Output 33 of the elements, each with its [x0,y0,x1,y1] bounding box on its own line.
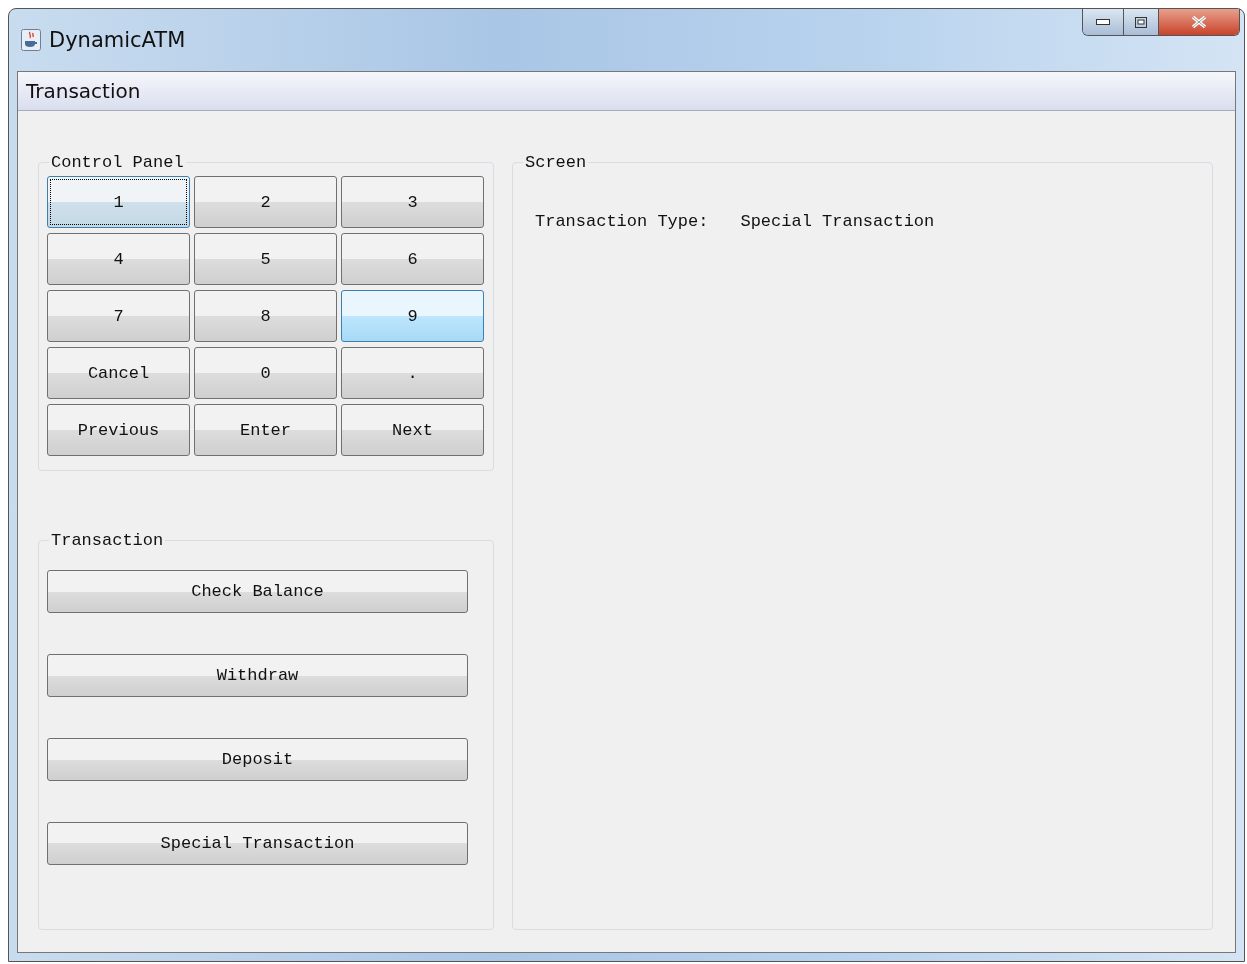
keypad-button[interactable]: 2 [194,176,337,228]
close-icon [1191,15,1207,29]
keypad-button[interactable]: 1 [47,176,190,228]
group-title: Transaction [50,531,165,550]
keypad-button[interactable]: Enter [194,404,337,456]
field-label: Transaction Type: [535,212,709,231]
coffee-cup-icon [21,29,41,51]
group-title: Control Panel [50,153,185,172]
keypad-button[interactable]: 5 [194,233,337,285]
field-value: Special Transaction [740,212,935,231]
keypad-button[interactable]: 6 [341,233,484,285]
minimize-icon [1096,19,1110,25]
maximize-button[interactable] [1123,9,1158,35]
group-title: Screen [524,153,588,172]
keypad-button[interactable]: 4 [47,233,190,285]
transaction-button[interactable]: Deposit [47,738,468,781]
keypad-button[interactable]: Cancel [47,347,190,399]
transaction-button[interactable]: Check Balance [47,570,468,613]
maximize-icon [1135,16,1147,28]
keypad-button[interactable]: Previous [47,404,190,456]
keypad-button[interactable]: 0 [194,347,337,399]
keypad-button[interactable]: 9 [341,290,484,342]
keypad-button[interactable]: . [341,347,484,399]
keypad-button[interactable]: 3 [341,176,484,228]
keypad-button[interactable]: Next [341,404,484,456]
transaction-button[interactable]: Special Transaction [47,822,468,865]
menu-item[interactable]: Transaction [24,79,143,103]
keypad-button[interactable]: 7 [47,290,190,342]
keypad-button[interactable]: 8 [194,290,337,342]
transaction-button[interactable]: Withdraw [47,654,468,697]
close-button[interactable] [1158,9,1239,35]
window-title: DynamicATM [49,28,186,52]
minimize-button[interactable] [1083,9,1123,35]
